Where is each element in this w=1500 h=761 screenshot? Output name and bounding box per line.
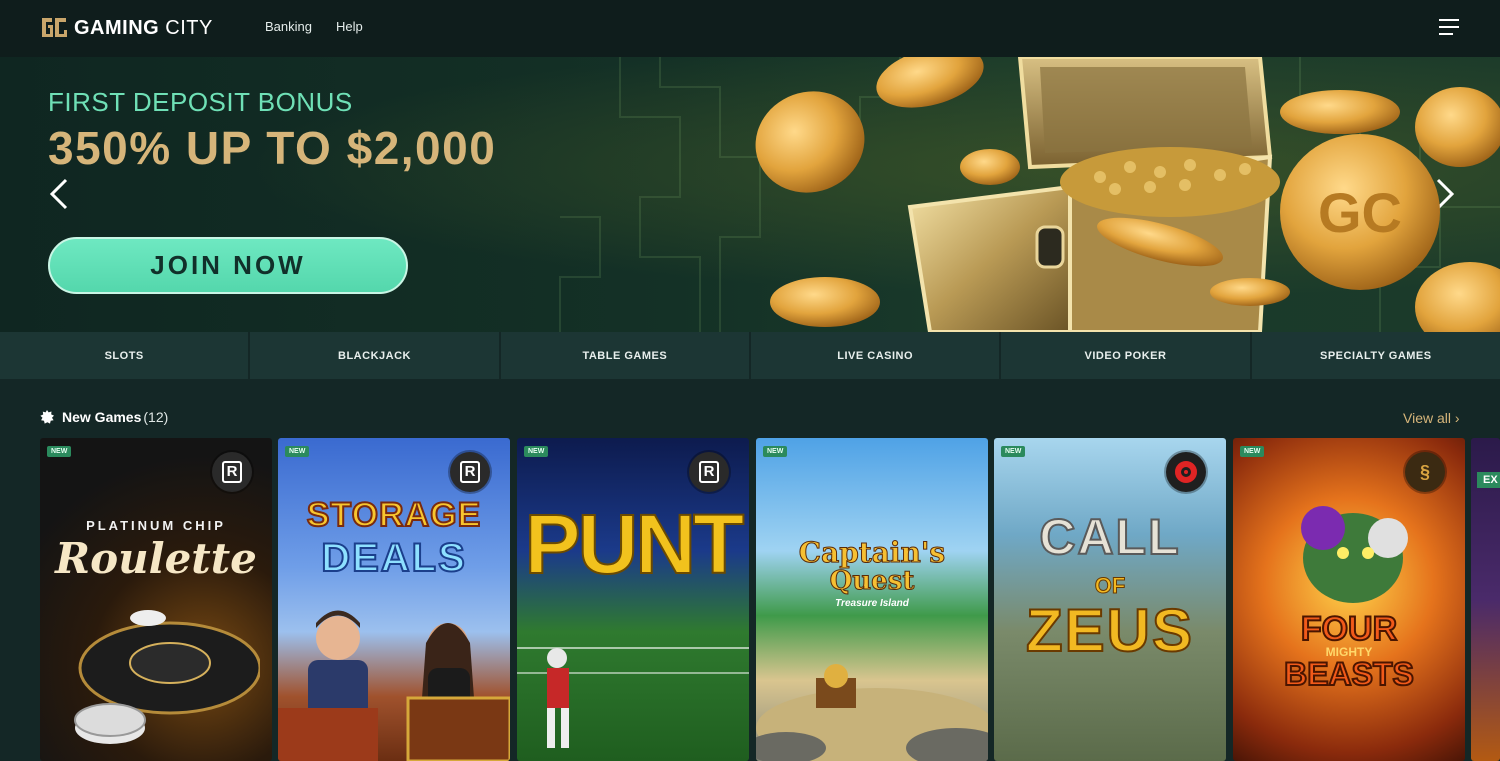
game-title-line1: CALL bbox=[1038, 508, 1181, 566]
logo-text: GAMING CITY bbox=[74, 16, 213, 39]
new-badge: NEW bbox=[763, 446, 788, 457]
banner-title: 350% UP TO $2,000 bbox=[48, 122, 497, 174]
provider-dragon-icon: § bbox=[1405, 452, 1445, 492]
new-badge: NEW bbox=[1240, 446, 1265, 457]
nav-banking-link[interactable]: Banking bbox=[265, 19, 312, 34]
category-live-casino[interactable]: LIVE CASINO bbox=[751, 332, 1002, 379]
view-all-link[interactable]: View all › bbox=[1403, 410, 1460, 426]
hamburger-menu-icon[interactable] bbox=[1439, 19, 1459, 35]
game-title-line1: STORAGE bbox=[306, 495, 482, 535]
game-title-line2: Quest bbox=[829, 566, 915, 597]
game-tile-punt[interactable]: NEW R PUNT bbox=[517, 438, 749, 761]
game-tile-four-mighty-beasts[interactable]: NEW § FOUR MIGHTY BEASTS bbox=[1233, 438, 1465, 761]
dragon-beast-image bbox=[1301, 506, 1408, 603]
new-badge: NEW bbox=[47, 446, 72, 457]
game-tile-storage-deals[interactable]: NEW R STORAGE DEALS bbox=[278, 438, 510, 761]
new-badge: NEW bbox=[285, 446, 310, 457]
game-title-line1: Captain's bbox=[798, 536, 946, 570]
category-specialty-games[interactable]: SPECIALTY GAMES bbox=[1252, 332, 1500, 379]
new-badge: NEW bbox=[524, 446, 549, 457]
treasure-chest-image: GC bbox=[755, 57, 1500, 332]
nav-help-link[interactable]: Help bbox=[336, 19, 363, 34]
storage-deals-characters-image bbox=[278, 610, 510, 761]
category-slots[interactable]: SLOTS bbox=[0, 332, 251, 379]
new-games-header: New Games (12) bbox=[40, 409, 168, 425]
game-title-line2: DEALS bbox=[320, 535, 467, 581]
game-tile-call-of-zeus[interactable]: NEW CALL OF ZEUS bbox=[994, 438, 1226, 761]
game-title-line2: Roulette bbox=[55, 534, 257, 583]
category-table-games[interactable]: TABLE GAMES bbox=[501, 332, 751, 379]
section-count: (12) bbox=[143, 409, 169, 425]
provider-r-icon: R bbox=[689, 452, 729, 492]
game-title-line3: Treasure Island bbox=[835, 598, 909, 609]
gc-logo-icon bbox=[42, 18, 67, 37]
gaming-city-logo[interactable]: GAMING CITY bbox=[38, 12, 213, 44]
section-title: New Games bbox=[62, 409, 142, 425]
new-badge: NEW bbox=[1001, 446, 1026, 457]
chevron-right-icon: › bbox=[1454, 410, 1460, 426]
svg-text:GC: GC bbox=[1318, 181, 1402, 244]
beach-treasure-image bbox=[756, 664, 988, 761]
provider-r-icon: R bbox=[450, 452, 490, 492]
category-video-poker[interactable]: VIDEO POKER bbox=[1001, 332, 1252, 379]
provider-circle-icon bbox=[1166, 452, 1206, 492]
game-tile-roulette[interactable]: NEW R PLATINUM CHIP Roulette bbox=[40, 438, 272, 761]
category-nav: SLOTS BLACKJACK TABLE GAMES LIVE CASINO … bbox=[0, 332, 1500, 379]
game-title-line3: BEASTS bbox=[1283, 655, 1415, 693]
provider-r-icon: R bbox=[212, 452, 252, 492]
game-title-line1: PUNT bbox=[524, 496, 746, 592]
roulette-wheel-image bbox=[74, 610, 260, 744]
game-tile-captains-quest[interactable]: NEW Captain's Quest Treasure Island bbox=[756, 438, 988, 761]
promo-banner: FIRST DEPOSIT BONUS 350% UP TO $2,000 JO… bbox=[0, 57, 1500, 332]
sparkle-badge-icon bbox=[40, 410, 54, 424]
partial-tile-label: EX bbox=[1477, 472, 1500, 488]
game-title-line1: PLATINUM CHIP bbox=[86, 518, 226, 533]
banner-subtitle: FIRST DEPOSIT BONUS bbox=[48, 87, 353, 117]
site-header: GAMING CITY Banking Help bbox=[0, 0, 1500, 57]
category-blackjack[interactable]: BLACKJACK bbox=[250, 332, 501, 379]
game-title-line3: ZEUS bbox=[1025, 596, 1195, 665]
join-now-button[interactable]: JOIN NOW bbox=[48, 237, 408, 294]
football-field-image bbox=[517, 647, 749, 748]
game-title-line1: FOUR bbox=[1300, 609, 1398, 649]
chevron-left-icon[interactable] bbox=[48, 178, 70, 210]
game-tile-partial[interactable]: EX bbox=[1471, 438, 1500, 761]
